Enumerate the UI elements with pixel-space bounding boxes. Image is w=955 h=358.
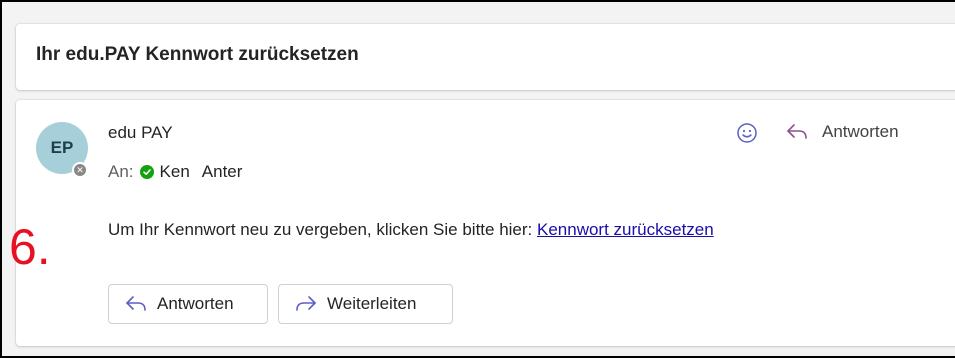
reply-button[interactable]: Antworten — [108, 284, 268, 324]
email-subject: Ihr edu.PAY Kennwort zurücksetzen — [36, 44, 359, 65]
sender-name[interactable]: edu PAY — [108, 123, 173, 143]
forward-button[interactable]: Weiterleiten — [278, 284, 453, 324]
recipient-first-name[interactable]: Ken — [160, 162, 190, 182]
recipient-last-name[interactable]: Anter — [202, 162, 243, 182]
forward-arrow-icon — [296, 296, 316, 311]
smiley-icon — [737, 123, 757, 143]
email-body: Um Ihr Kennwort neu zu vergeben, klicken… — [108, 220, 714, 240]
reply-button-label: Antworten — [157, 294, 234, 313]
body-text: Um Ihr Kennwort neu zu vergeben, klicken… — [108, 220, 537, 239]
reply-button-header[interactable]: Antworten — [786, 122, 899, 142]
to-label: An: — [108, 162, 134, 181]
reset-password-link[interactable]: Kennwort zurücksetzen — [537, 220, 714, 239]
presence-status-icon: ✕ — [72, 162, 88, 178]
reply-arrow-icon — [126, 296, 146, 311]
subject-card: Ihr edu.PAY Kennwort zurücksetzen — [16, 24, 955, 90]
forward-button-label: Weiterleiten — [327, 294, 417, 313]
blocked-presence-icon: ✕ — [74, 164, 86, 176]
reply-label: Antworten — [822, 122, 899, 141]
recipients-row: An: Ken Anter — [108, 162, 242, 182]
step-number-annotation: 6. — [9, 219, 51, 275]
reaction-button[interactable] — [734, 120, 760, 146]
check-circle-icon — [139, 165, 154, 179]
avatar-initials: EP — [50, 138, 74, 157]
message-card: EP ✕ edu PAY An: Ken Anter Antworten Um … — [16, 100, 955, 346]
reply-arrow-icon — [787, 124, 807, 139]
